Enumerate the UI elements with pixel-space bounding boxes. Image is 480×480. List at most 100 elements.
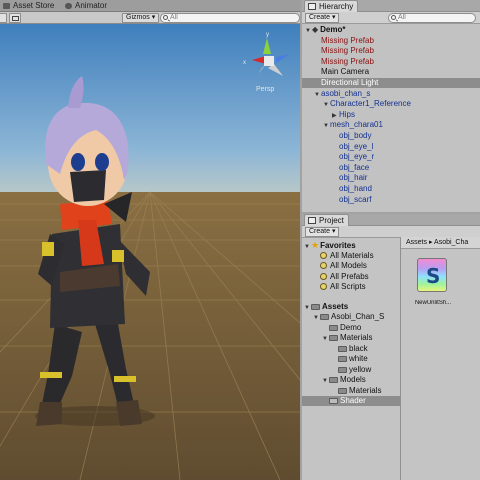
folder-icon — [329, 335, 338, 341]
hierarchy-item[interactable]: obj_scarf — [302, 195, 480, 205]
hierarchy-item-label: Missing Prefab — [321, 46, 374, 56]
project-divider[interactable] — [400, 237, 401, 480]
render-paths-button[interactable] — [9, 13, 21, 23]
folder-icon — [329, 324, 338, 331]
hierarchy-item[interactable]: obj_body — [302, 131, 480, 141]
star-icon: ★ — [311, 240, 320, 250]
hierarchy-item[interactable]: Missing Prefab — [302, 36, 480, 46]
project-folder-item[interactable]: white — [302, 354, 400, 364]
expand-arrow-down-icon[interactable]: ▼ — [323, 100, 330, 110]
sky — [0, 24, 300, 194]
tab-asset-store[interactable]: Asset Store — [0, 0, 58, 12]
tab-animator-label: Animator — [75, 1, 108, 10]
hierarchy-item[interactable]: obj_eye_r — [302, 152, 480, 162]
favorite-item-label: All Materials — [330, 250, 374, 260]
gizmos-label: Gizmos — [126, 14, 150, 21]
hierarchy-item-label: mesh_chara01 — [330, 120, 383, 130]
hierarchy-item[interactable]: obj_hand — [302, 184, 480, 194]
assets-header[interactable]: ▼ Assets — [302, 302, 400, 312]
folder-icon — [338, 366, 347, 373]
saved-search-icon — [320, 283, 327, 290]
breadcrumb-path: Assets ▸ Asobi_Cha — [406, 239, 469, 246]
hierarchy-item-label: Missing Prefab — [321, 56, 374, 66]
hierarchy-item-label: obj_hair — [339, 173, 368, 183]
hierarchy-toolbar: Create ▾ All — [302, 12, 480, 24]
hierarchy-list: ▼◆ Demo* Missing Prefab Missing Prefab Missi… — [302, 25, 480, 212]
hierarchy-item-label: Main Camera — [321, 67, 370, 77]
hierarchy-create-label: Create — [309, 14, 331, 21]
asset-store-icon — [3, 3, 10, 9]
tab-hierarchy[interactable]: Hierarchy — [304, 0, 359, 12]
project-folder-item[interactable]: ▼ Asobi_Chan_S — [302, 312, 400, 322]
expand-arrow-down-icon[interactable]: ▼ — [322, 376, 329, 386]
hierarchy-item[interactable]: ▼mesh_chara01 — [302, 120, 480, 130]
draw-mode-button[interactable] — [0, 13, 7, 23]
hierarchy-item[interactable]: Missing Prefab — [302, 46, 480, 56]
project-folder-item[interactable]: yellow — [302, 365, 400, 375]
svg-text:y: y — [266, 32, 269, 38]
expand-arrow-down-icon[interactable]: ▼ — [322, 334, 329, 344]
hierarchy-item[interactable]: Main Camera — [302, 67, 480, 77]
scene-view[interactable]: x y Persp Asset Store Animator Gizmos ▾ … — [0, 0, 300, 480]
folder-icon — [311, 303, 320, 310]
hierarchy-item-label: obj_eye_r — [339, 152, 375, 162]
project-folder-item[interactable]: Shader — [302, 396, 400, 406]
scene-tab-bar: Asset Store Animator — [0, 0, 300, 12]
favorite-item[interactable]: All Scripts — [302, 282, 400, 292]
project-breadcrumb[interactable]: Assets ▸ Asobi_Cha — [401, 237, 480, 249]
expand-arrow-down-icon[interactable]: ▼ — [313, 313, 320, 323]
expand-arrow-down-icon[interactable]: ▼ — [304, 303, 311, 313]
hierarchy-item[interactable]: ▶ Hips — [302, 110, 480, 120]
favorite-item[interactable]: All Models — [302, 261, 400, 271]
hierarchy-item[interactable]: ▼asobi_chan_s — [302, 89, 480, 99]
hierarchy-item[interactable]: ▼◆ Demo* — [302, 25, 480, 35]
expand-arrow-right-icon[interactable]: ▶ — [332, 111, 339, 121]
project-folder-label: white — [349, 354, 368, 363]
hierarchy-item[interactable]: ▼Character1_Reference — [302, 99, 480, 109]
favorite-item-label: All Prefabs — [330, 271, 369, 281]
search-icon — [391, 15, 396, 20]
hierarchy-search-input[interactable]: All — [388, 13, 476, 23]
hierarchy-item[interactable]: obj_eye_l — [302, 142, 480, 152]
expand-arrow-down-icon[interactable]: ▼ — [305, 26, 312, 36]
project-folder-label: yellow — [349, 364, 372, 374]
project-folder-item[interactable]: black — [302, 344, 400, 354]
hierarchy-item[interactable]: Missing Prefab — [302, 57, 480, 67]
project-icon — [308, 217, 316, 224]
hierarchy-item[interactable]: obj_hair — [302, 173, 480, 183]
hierarchy-icon — [308, 3, 316, 10]
project-folder-item[interactable]: Demo — [302, 323, 400, 333]
animator-icon — [65, 3, 72, 9]
tab-project[interactable]: Project — [304, 214, 349, 226]
hierarchy-item-label: Demo* — [320, 25, 346, 34]
hierarchy-item[interactable]: obj_face — [302, 163, 480, 173]
perspective-label[interactable]: Persp — [256, 86, 274, 93]
project-folder-item[interactable]: ▼ Materials — [302, 333, 400, 343]
hierarchy-item-label: Hips — [339, 109, 356, 119]
project-tree: ▼★Favorites All Materials All Models All Pr… — [302, 238, 400, 480]
project-folder-item[interactable]: Materials — [302, 386, 400, 396]
assets-label: Assets — [322, 301, 349, 311]
hierarchy-create-button[interactable]: Create ▾ — [305, 13, 340, 23]
tab-animator[interactable]: Animator — [62, 0, 111, 12]
tab-project-label: Project — [319, 216, 344, 225]
project-create-button[interactable]: Create ▾ — [305, 227, 340, 237]
saved-search-icon — [320, 272, 327, 280]
expand-arrow-down-icon[interactable]: ▼ — [323, 121, 330, 131]
project-folder-label: Materials — [340, 333, 373, 342]
shader-asset-label[interactable]: NewUnlitSh... — [409, 300, 457, 306]
expand-arrow-down-icon[interactable]: ▼ — [314, 90, 321, 100]
favorite-item[interactable]: All Materials — [302, 251, 400, 261]
gizmos-dropdown[interactable]: Gizmos ▾ — [122, 13, 160, 23]
scene-search-input[interactable]: All — [160, 13, 300, 23]
favorites-header[interactable]: ▼★Favorites — [302, 240, 400, 250]
hierarchy-item-label: obj_scarf — [339, 194, 372, 204]
hierarchy-item[interactable]: Directional Light — [302, 78, 480, 88]
scene-viewport[interactable]: x y — [0, 24, 300, 480]
hierarchy-panel: Hierarchy Create ▾ All ▼◆ Demo* Missing Pr… — [302, 0, 480, 212]
shader-asset-icon[interactable]: S — [417, 258, 447, 292]
project-folder-item[interactable]: ▼ Models — [302, 375, 400, 385]
favorite-item[interactable]: All Prefabs — [302, 272, 400, 282]
hierarchy-item-label: obj_hand — [339, 184, 372, 193]
svg-text:x: x — [243, 60, 246, 66]
